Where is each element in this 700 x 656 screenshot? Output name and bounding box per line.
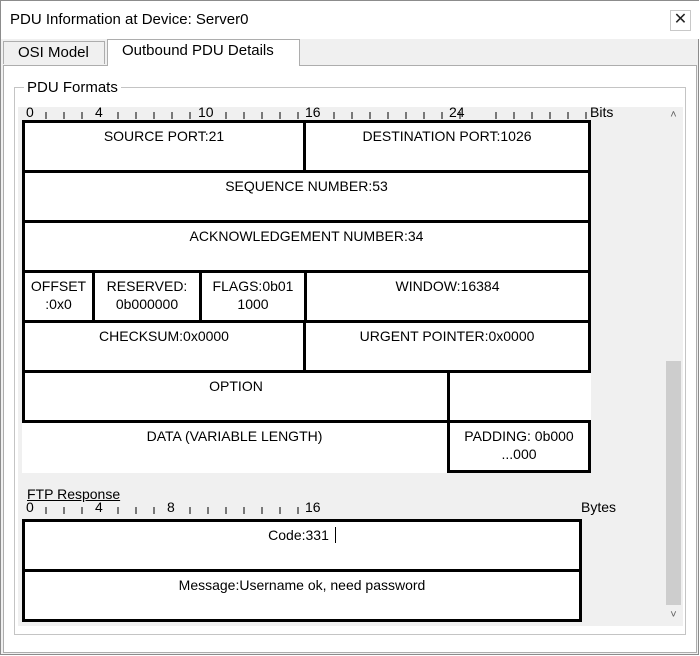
scroll-down-button[interactable]: ˅ xyxy=(664,607,683,624)
ruler-mark: 24 xyxy=(449,107,465,120)
sequence-number-field: SEQUENCE NUMBER:53 xyxy=(22,170,591,223)
ftp-code-text: Code:331 xyxy=(268,527,329,543)
checksum-field: CHECKSUM:0x0000 xyxy=(22,320,306,373)
ftp-byte-ruler: 0 4 8 16 Bytes xyxy=(18,499,618,520)
ruler-mark: 0 xyxy=(26,499,34,515)
text-caret xyxy=(334,527,336,543)
ruler-mark: 16 xyxy=(305,107,321,120)
scroll-up-button[interactable]: ˄ xyxy=(664,107,683,124)
tab-outbound-pdu-details[interactable]: Outbound PDU Details xyxy=(107,39,300,66)
tab-osi-model[interactable]: OSI Model xyxy=(3,41,105,64)
destination-port-field: DESTINATION PORT:1026 xyxy=(303,120,591,173)
chevron-up-icon: ˄ xyxy=(670,109,677,121)
ruler-mark: 10 xyxy=(198,107,214,120)
ruler-mark: 16 xyxy=(305,499,321,515)
ruler-mark: 4 xyxy=(95,107,103,120)
flags-field: FLAGS:0b01 1000 xyxy=(199,270,307,323)
ruler-unit-bits: Bits xyxy=(590,107,614,120)
tab-label: OSI Model xyxy=(18,44,89,61)
ftp-code-field: Code:331 xyxy=(22,519,582,572)
window-field: WINDOW:16384 xyxy=(304,270,591,323)
option-field: OPTION xyxy=(22,370,450,423)
ruler-mark: 8 xyxy=(167,499,175,515)
offset-field: OFFSET :0x0 xyxy=(22,270,95,323)
tab-panel: PDU Formats 0 4 10 16 24 Bits SOURCE POR… xyxy=(3,65,697,653)
ftp-response-title: FTP Response xyxy=(27,486,121,502)
tab-strip: OSI Model Outbound PDU Details xyxy=(1,39,699,66)
urgent-pointer-field: URGENT POINTER:0x0000 xyxy=(303,320,591,373)
ruler-mark: 4 xyxy=(95,499,103,515)
close-button[interactable]: ✕ xyxy=(670,10,691,31)
close-icon: ✕ xyxy=(673,11,688,28)
chevron-down-icon: ˅ xyxy=(670,609,677,621)
ftp-message-field: Message:Username ok, need password xyxy=(22,569,582,622)
acknowledgement-number-field: ACKNOWLEDGEMENT NUMBER:34 xyxy=(22,220,591,273)
reserved-field: RESERVED: 0b000000 xyxy=(92,270,202,323)
tab-label: Outbound PDU Details xyxy=(122,42,274,59)
ruler-unit-bytes: Bytes xyxy=(581,499,617,515)
scrollbar-thumb[interactable] xyxy=(666,361,681,605)
ruler-mark: 0 xyxy=(26,107,34,120)
pdu-information-window: PDU Information at Device: Server0 ✕ OSI… xyxy=(0,0,699,655)
window-title: PDU Information at Device: Server0 xyxy=(10,11,249,28)
title-bar: PDU Information at Device: Server0 ✕ xyxy=(1,1,699,39)
pdu-formats-legend: PDU Formats xyxy=(24,79,121,96)
option-remainder xyxy=(450,373,591,420)
padding-field: PADDING: 0b000 ...000 xyxy=(447,420,591,473)
data-field: DATA (VARIABLE LENGTH) xyxy=(22,420,450,473)
source-port-field: SOURCE PORT:21 xyxy=(22,120,306,173)
vertical-scrollbar[interactable]: ˄ ˅ xyxy=(664,107,683,626)
pdu-scroll-area[interactable]: 0 4 10 16 24 Bits SOURCE PORT:21 DESTINA… xyxy=(18,107,664,626)
pdu-formats-group: PDU Formats 0 4 10 16 24 Bits SOURCE POR… xyxy=(14,79,686,635)
